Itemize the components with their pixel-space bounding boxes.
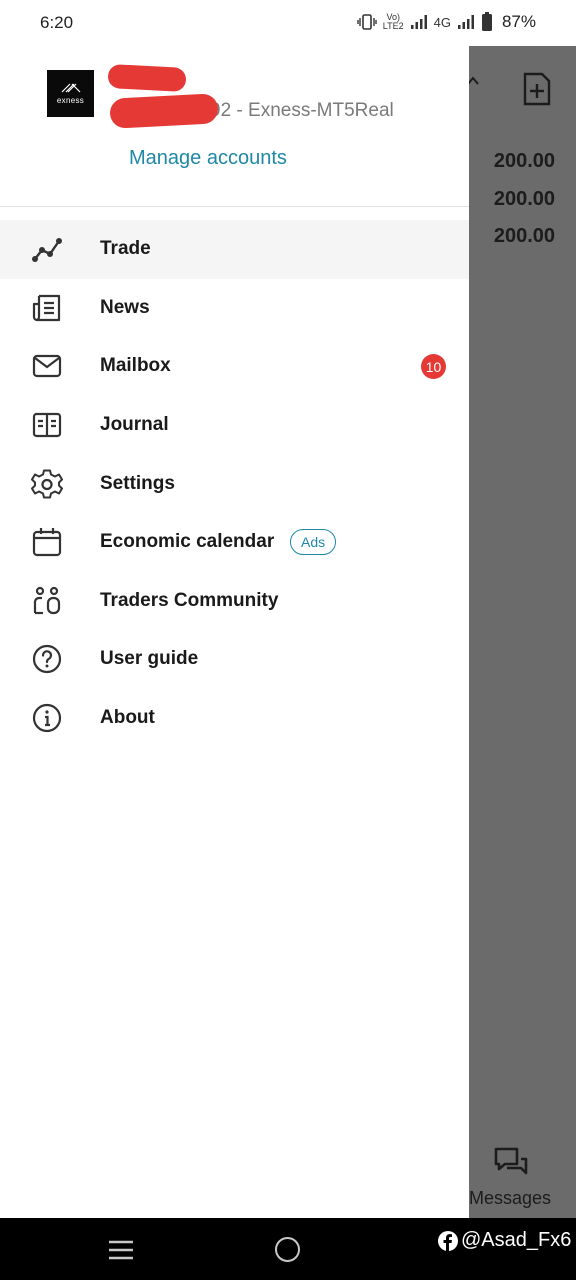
status-time: 6:20	[40, 13, 74, 32]
chat-icon	[494, 1147, 528, 1175]
divider	[0, 206, 469, 207]
exness-mark-icon	[61, 83, 80, 93]
bg-value: 200.00	[493, 188, 555, 210]
menu-item-user-guide[interactable]: User guide	[0, 630, 469, 689]
trade-chart-icon	[31, 233, 63, 265]
menu-label: Trade	[100, 238, 151, 260]
messages-label: Messages	[469, 1188, 552, 1208]
community-icon	[31, 585, 63, 617]
battery-percent: 87%	[501, 12, 536, 31]
menu-label: Journal	[100, 414, 169, 436]
system-nav-bar: @Asad_Fx6	[0, 1218, 576, 1280]
menu-item-trade[interactable]: Trade	[0, 220, 469, 279]
bg-value: 200.00	[493, 225, 555, 247]
ads-badge: Ads	[290, 529, 337, 556]
menu-item-economic-calendar[interactable]: Economic calendar Ads	[0, 513, 469, 572]
info-icon	[31, 702, 63, 734]
menu-label: Economic calendar	[100, 531, 275, 553]
status-bar: 6:20 Vo) LTE2 4G 87%	[0, 0, 576, 46]
menu-label: Traders Community	[100, 589, 279, 611]
journal-icon	[31, 409, 63, 441]
menu-item-settings[interactable]: Settings	[0, 454, 469, 513]
volte-bottom-label: LTE2	[382, 21, 404, 31]
menu-label: About	[100, 707, 155, 729]
redacted-account-id	[109, 93, 219, 129]
battery-icon	[481, 12, 492, 31]
drawer-menu: Trade News Mailbox 10 Journal Settings E…	[0, 220, 469, 747]
messages-tab[interactable]: Messages	[469, 1146, 569, 1210]
menu-item-news[interactable]: News	[0, 279, 469, 338]
signal-icon	[457, 15, 474, 29]
news-icon	[31, 292, 63, 324]
network-type: 4G	[433, 14, 451, 30]
mail-icon	[31, 350, 63, 382]
redacted-account-name	[107, 63, 187, 93]
vibrate-icon	[357, 14, 377, 30]
volte-indicator: Vo) LTE2	[383, 13, 404, 31]
menu-item-mailbox[interactable]: Mailbox 10	[0, 337, 469, 396]
unread-badge: 10	[421, 354, 446, 380]
home-button[interactable]	[275, 1237, 300, 1262]
watermark: @Asad_Fx6	[438, 1229, 571, 1252]
help-icon	[31, 643, 63, 675]
facebook-icon	[438, 1230, 458, 1251]
status-icons: Vo) LTE2 4G 87%	[357, 12, 536, 32]
menu-label: Settings	[100, 472, 175, 494]
menu-item-journal[interactable]: Journal	[0, 396, 469, 455]
watermark-text: @Asad_Fx6	[461, 1229, 572, 1251]
logo-text: exness	[56, 96, 85, 105]
exness-logo: exness	[47, 70, 94, 117]
menu-label: User guide	[100, 648, 199, 670]
menu-item-traders-community[interactable]: Traders Community	[0, 572, 469, 631]
signal-icon	[410, 15, 427, 29]
recents-icon[interactable]	[108, 1240, 134, 1260]
account-server: 92 - Exness-MT5Real	[210, 100, 394, 121]
calendar-icon	[31, 526, 63, 558]
gear-icon	[31, 468, 63, 500]
manage-accounts-link[interactable]: Manage accounts	[129, 147, 287, 170]
bg-value: 200.00	[493, 150, 555, 172]
new-order-icon	[523, 72, 551, 106]
navigation-drawer: exness 92 - Exness-MT5Real Manage accoun…	[0, 46, 469, 1218]
menu-item-about[interactable]: About	[0, 689, 469, 748]
menu-label: News	[100, 296, 150, 318]
menu-label: Mailbox	[100, 355, 171, 377]
